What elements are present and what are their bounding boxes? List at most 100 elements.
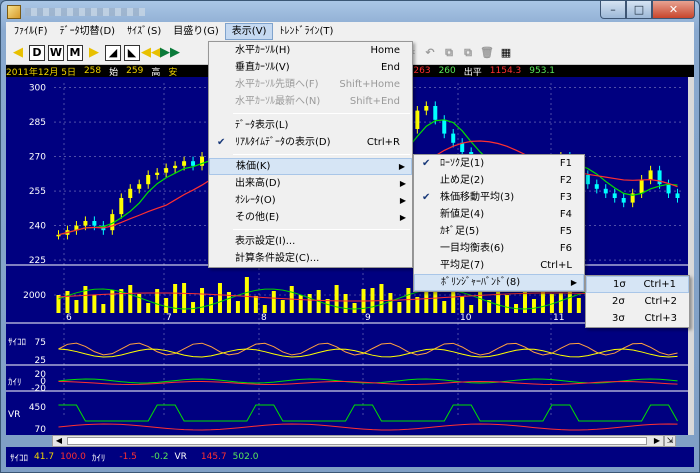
- volume-bar: [469, 305, 474, 313]
- info-low-label: 安: [168, 67, 178, 78]
- undo-icon[interactable]: ↶: [422, 45, 438, 61]
- scroll-right-arrow[interactable]: ▶: [651, 436, 663, 446]
- menu-5[interactable]: ﾄﾚﾝﾄﾞﾗｲﾝ(T): [273, 23, 339, 40]
- volume-bar: [531, 299, 536, 313]
- price-menu-item[interactable]: ｶｷﾞ足(5) F5: [414, 223, 584, 240]
- volume-bar: [558, 293, 563, 313]
- menu-0[interactable]: ﾌｧｲﾙ(F): [8, 23, 54, 40]
- minimize-button[interactable]: –: [600, 1, 626, 19]
- price-tick-label: 285: [29, 118, 46, 128]
- price-menu-item[interactable]: 止め足(2) F2: [414, 172, 584, 189]
- price-menu-item[interactable]: ﾎﾞﾘﾝｼﾞｬｰﾊﾞﾝﾄﾞ(8) ▶: [414, 274, 584, 291]
- volume-bar: [244, 277, 249, 313]
- resize-grip-icon[interactable]: ⇲: [664, 435, 676, 447]
- scroll-first-icon[interactable]: ◀: [10, 45, 26, 61]
- menu-1[interactable]: ﾃﾞｰﾀ切替(D): [54, 23, 122, 40]
- volume-bar: [388, 293, 393, 313]
- page-right-icon[interactable]: ▶▶: [160, 45, 180, 61]
- view-menu-item[interactable]: 垂直ｶｰｿﾙ(V) End: [209, 59, 412, 76]
- candle-body: [433, 106, 438, 120]
- vertical-scrollbar[interactable]: [688, 77, 694, 435]
- bb-menu-item[interactable]: 2σ Ctrl+2: [586, 293, 689, 310]
- price-menu-item[interactable]: ✔ 株価移動平均(3) F3: [414, 189, 584, 206]
- status-kairi-value-1: -1.5: [119, 452, 137, 462]
- title-bar[interactable]: – □ ✕: [1, 1, 699, 23]
- candle-body: [648, 170, 653, 180]
- price-menu-item[interactable]: ✔ ﾛｰｿｸ足(1) F1: [414, 155, 584, 172]
- price-menu-item[interactable]: 一目均衡表(6) F6: [414, 240, 584, 257]
- scrollbar-thumb[interactable]: [67, 437, 647, 445]
- view-menu-item[interactable]: 水平ｶｰｿﾙ先頭へ(F) Shift+Home: [209, 76, 412, 93]
- page-left-icon[interactable]: ◀◀: [141, 45, 161, 61]
- candle-body: [173, 165, 178, 169]
- menu-3[interactable]: 目盛り(G): [167, 23, 225, 40]
- menu-item-label: 止め足(2): [440, 175, 485, 186]
- view-menu-item[interactable]: 水平ｶｰｿﾙ(H) Home: [209, 42, 412, 59]
- trash-icon[interactable]: 🗑: [479, 45, 495, 61]
- info-value-3: 1154.3: [489, 66, 522, 76]
- move-line-icon[interactable]: ⧉: [460, 45, 476, 61]
- price-tick-label: 240: [29, 222, 46, 232]
- zoom-in-icon[interactable]: ◢: [105, 44, 121, 61]
- volume-bar: [101, 304, 106, 313]
- menu-item-shortcut: Shift+End: [349, 96, 400, 107]
- weekly-button[interactable]: W: [48, 44, 64, 61]
- maximize-button[interactable]: □: [626, 1, 652, 19]
- date-tick-label: 11: [553, 313, 564, 323]
- candle-body: [666, 184, 671, 194]
- menu-2[interactable]: ｻｲｽﾞ(S): [121, 23, 167, 40]
- menu-item-shortcut: End: [380, 62, 400, 73]
- scroll-left-arrow[interactable]: ◀: [53, 436, 65, 446]
- volume-bar: [397, 302, 402, 313]
- date-tick-label: 7: [166, 313, 172, 323]
- info-value-2: 260: [438, 66, 456, 76]
- menu-item-label: ﾘｱﾙﾀｲﾑﾃﾞｰﾀの表示(D): [235, 137, 331, 148]
- volume-bar: [164, 298, 169, 313]
- view-menu-item[interactable]: 出来高(D) ▶: [209, 175, 412, 192]
- menu-item-shortcut: F6: [559, 243, 572, 254]
- menu-item-label: ｶｷﾞ足(5): [440, 226, 480, 237]
- date-tick-label: 9: [365, 313, 371, 323]
- candle-body: [603, 188, 608, 194]
- zoom-out-icon[interactable]: ◣: [124, 44, 140, 61]
- view-menu-item[interactable]: ｵｼﾚｰﾀ(O) ▶: [209, 192, 412, 209]
- info-date: 2011年12月 5日: [6, 67, 76, 78]
- candle-body: [612, 193, 617, 198]
- kairi-panel-label: ｶｲﾘ: [8, 377, 22, 388]
- vr-tick-label: 70: [35, 425, 47, 435]
- check-icon: ✔: [217, 137, 226, 148]
- menu-item-shortcut: F4: [559, 209, 572, 220]
- menu-4[interactable]: 表示(V): [224, 23, 274, 40]
- view-menu-item[interactable]: その他(E) ▶: [209, 209, 412, 226]
- date-tick-label: 6: [66, 313, 72, 323]
- info-open-label: 始: [109, 67, 119, 78]
- monthly-button[interactable]: M: [67, 44, 83, 61]
- close-button[interactable]: ✕: [652, 1, 695, 19]
- view-menu-item[interactable]: ✔ ﾘｱﾙﾀｲﾑﾃﾞｰﾀの表示(D) Ctrl+R: [209, 134, 412, 151]
- view-menu-item[interactable]: 表示設定(I)...: [209, 233, 412, 250]
- bb-menu-item[interactable]: 3σ Ctrl+3: [586, 310, 689, 327]
- menu-item-label: ｵｼﾚｰﾀ(O): [235, 195, 276, 206]
- view-menu-item[interactable]: 水平ｶｰｿﾙ最新へ(N) Shift+End: [209, 93, 412, 110]
- menu-item-label: 平均足(7): [440, 260, 485, 271]
- view-menu-item[interactable]: ﾃﾞｰﾀ表示(L): [209, 117, 412, 134]
- price-menu-item[interactable]: 平均足(7) Ctrl+L: [414, 257, 584, 274]
- volume-bar: [262, 305, 267, 313]
- candle-body: [164, 168, 169, 173]
- copy-line-icon[interactable]: ⧉: [441, 45, 457, 61]
- volume-bar: [505, 295, 510, 313]
- menu-item-label: 3σ: [612, 313, 625, 324]
- settings-chart-icon[interactable]: ▦: [498, 45, 514, 61]
- check-icon: ✔: [422, 192, 431, 203]
- price-menu-item[interactable]: 新値足(4) F4: [414, 206, 584, 223]
- bb-menu-item[interactable]: 1σ Ctrl+1: [586, 276, 689, 293]
- menu-item-shortcut: F5: [559, 226, 572, 237]
- daily-button[interactable]: D: [29, 44, 45, 61]
- volume-bar: [442, 301, 447, 313]
- view-menu-item[interactable]: 株価(K) ▶: [209, 158, 412, 175]
- menu-item-label: 株価移動平均(3): [440, 192, 515, 203]
- scroll-right-icon[interactable]: ▶: [86, 45, 102, 61]
- view-menu-item[interactable]: 計算条件設定(C)...: [209, 250, 412, 267]
- app-icon: [7, 5, 21, 19]
- horizontal-scrollbar[interactable]: ◀ ▶: [52, 435, 664, 447]
